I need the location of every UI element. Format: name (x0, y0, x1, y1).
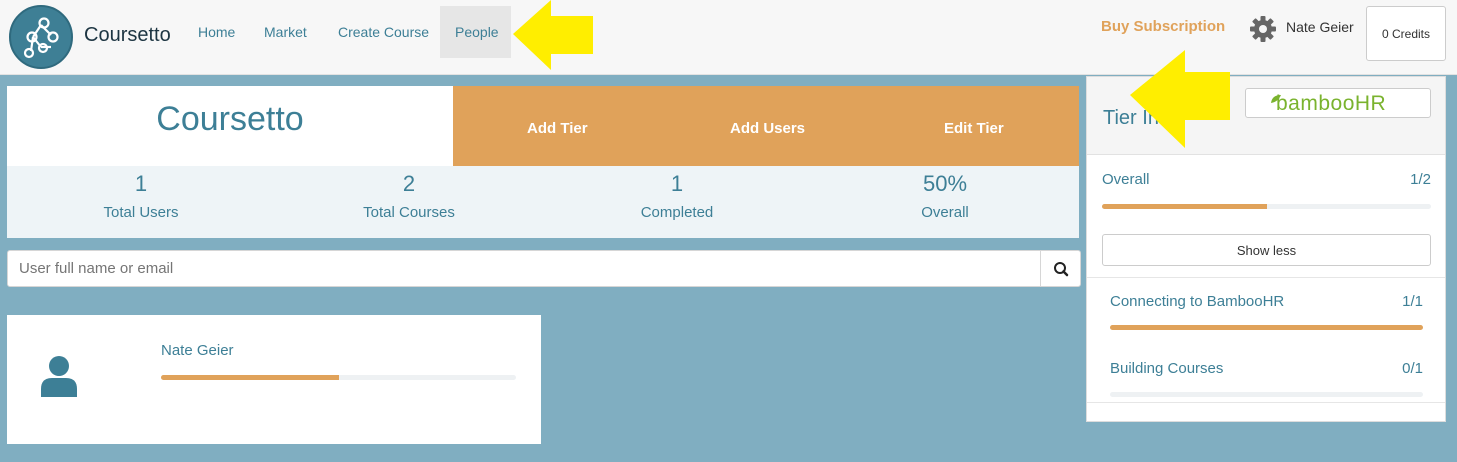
overall-progress-bar (1102, 204, 1431, 209)
course-count-building: 0/1 (1402, 360, 1423, 377)
stat-total-users: 1 Total Users (7, 166, 275, 221)
user-avatar-icon (41, 356, 77, 397)
divider (1087, 277, 1445, 278)
brand-name[interactable]: Coursetto (84, 24, 171, 47)
stat-value: 1 (670, 171, 684, 196)
nav-create-course[interactable]: Create Course (323, 6, 444, 58)
tier-title: Coursetto (156, 100, 304, 138)
nav-people[interactable]: People (440, 6, 511, 58)
overall-label: Overall (1102, 171, 1150, 188)
annotation-arrow-left-icon (513, 0, 593, 70)
coursetto-logo[interactable] (9, 5, 73, 69)
user-search-input[interactable] (7, 250, 1041, 287)
search-icon (1054, 262, 1069, 277)
stat-value: 50% (922, 171, 968, 196)
bamboohr-logo: bambooHR (1276, 92, 1387, 115)
show-less-button[interactable]: Show less (1102, 234, 1431, 266)
divider (1087, 402, 1445, 403)
stat-label: Total Users (103, 204, 179, 221)
stat-overall: 50% Overall (811, 166, 1079, 221)
user-progress-bar (161, 375, 516, 380)
stats-bar: 1 Total Users 2 Total Courses 1 Complete… (7, 166, 1079, 238)
tier-title-box: Coursetto (7, 86, 453, 166)
nav-market[interactable]: Market (249, 6, 322, 58)
user-name[interactable]: Nate Geier (1286, 19, 1354, 35)
tier-actions: Add Tier Add Users Edit Tier (453, 86, 1079, 166)
user-card[interactable]: Nate Geier (7, 315, 541, 444)
nav-home[interactable]: Home (183, 6, 250, 58)
edit-tier-button[interactable]: Edit Tier (944, 86, 1004, 166)
add-users-button[interactable]: Add Users (730, 86, 805, 166)
course-count-bamboohr: 1/1 (1402, 293, 1423, 310)
stat-value: 2 (402, 171, 416, 196)
course-label-building[interactable]: Building Courses (1110, 360, 1223, 377)
top-navbar: Coursetto Home Market Create Course Peop… (0, 0, 1457, 75)
buy-subscription-link[interactable]: Buy Subscription (1101, 18, 1225, 35)
user-card-name[interactable]: Nate Geier (161, 342, 234, 359)
stat-value: 1 (134, 171, 148, 196)
stat-label: Total Courses (363, 204, 455, 221)
overall-count: 1/2 (1410, 171, 1431, 188)
add-tier-button[interactable]: Add Tier (527, 86, 588, 166)
logo-graph-icon (23, 17, 59, 59)
credits-button[interactable]: 0 Credits (1366, 6, 1446, 61)
stat-label: Completed (640, 204, 714, 221)
annotation-arrow-left-icon (1130, 50, 1230, 148)
stat-completed: 1 Completed (543, 166, 811, 221)
bamboohr-logo-box[interactable]: bambooHR (1245, 88, 1431, 118)
stat-total-courses: 2 Total Courses (275, 166, 543, 221)
course-label-bamboohr[interactable]: Connecting to BambooHR (1110, 293, 1284, 310)
gear-icon[interactable] (1248, 14, 1278, 44)
stat-label: Overall (921, 204, 969, 221)
course-progress-bamboohr (1110, 325, 1423, 330)
tier-header: Coursetto Add Tier Add Users Edit Tier (7, 86, 1079, 166)
search-button[interactable] (1040, 250, 1081, 287)
course-progress-building (1110, 392, 1423, 397)
